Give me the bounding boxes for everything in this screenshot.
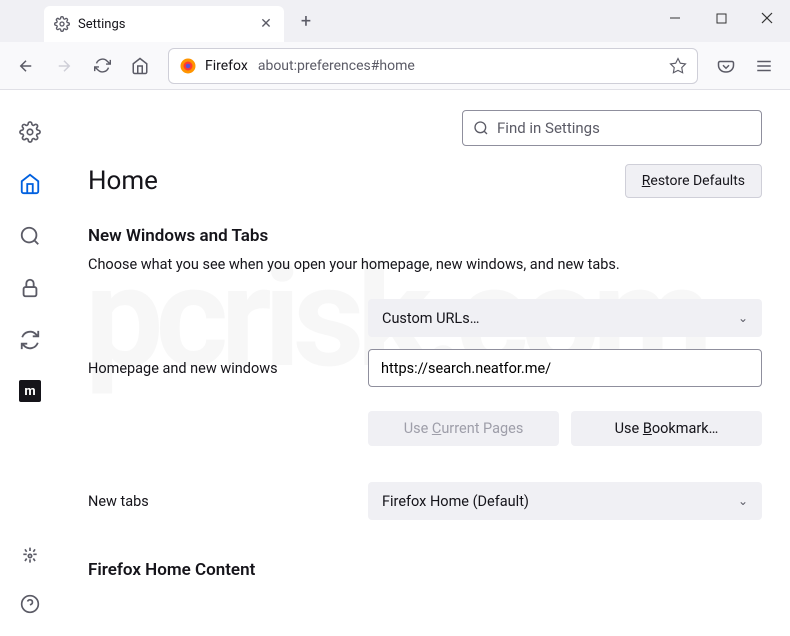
firefox-icon bbox=[179, 57, 197, 75]
sidebar-search[interactable] bbox=[18, 224, 42, 248]
reload-button[interactable] bbox=[86, 50, 118, 82]
section-firefox-home-content: Firefox Home Content bbox=[88, 560, 762, 580]
urlbar-identity-label: Firefox bbox=[205, 58, 248, 74]
restore-defaults-button[interactable]: Restore Defaults bbox=[625, 164, 762, 198]
minimize-button[interactable] bbox=[652, 0, 698, 36]
select-value: Custom URLs… bbox=[382, 310, 479, 327]
close-window-button[interactable] bbox=[744, 0, 790, 36]
section-new-windows-tabs: New Windows and Tabs bbox=[88, 226, 762, 246]
close-icon[interactable]: ✕ bbox=[258, 16, 274, 32]
sidebar-home[interactable] bbox=[18, 172, 42, 196]
tab-title: Settings bbox=[78, 17, 258, 32]
newtabs-label: New tabs bbox=[88, 493, 368, 510]
use-current-pages-button[interactable]: Use Current Pages bbox=[368, 411, 559, 446]
titlebar: Settings ✕ + bbox=[0, 0, 790, 42]
settings-main: Home Restore Defaults New Windows and Ta… bbox=[60, 90, 790, 636]
homepage-label: Homepage and new windows bbox=[88, 360, 368, 377]
page-title: Home bbox=[88, 166, 158, 196]
browser-tab[interactable]: Settings ✕ bbox=[44, 6, 284, 42]
search-icon bbox=[473, 120, 489, 136]
back-button[interactable] bbox=[10, 50, 42, 82]
select-value: Firefox Home (Default) bbox=[382, 493, 529, 510]
sidebar-general[interactable] bbox=[18, 120, 42, 144]
chevron-down-icon: ⌄ bbox=[738, 494, 748, 508]
star-icon[interactable] bbox=[669, 57, 687, 75]
settings-sidebar: m bbox=[0, 90, 60, 636]
sidebar-more-mozilla[interactable]: m bbox=[19, 380, 41, 402]
section-desc: Choose what you see when you open your h… bbox=[88, 256, 762, 273]
urlbar-url: about:preferences#home bbox=[258, 58, 669, 74]
sidebar-help[interactable] bbox=[18, 592, 42, 616]
chevron-down-icon: ⌄ bbox=[738, 311, 748, 325]
new-tab-button[interactable]: + bbox=[292, 7, 320, 35]
forward-button[interactable] bbox=[48, 50, 80, 82]
gear-icon bbox=[54, 16, 70, 32]
find-settings-field[interactable] bbox=[497, 119, 751, 137]
use-bookmark-button[interactable]: Use Bookmark… bbox=[571, 411, 762, 446]
menu-button[interactable] bbox=[748, 50, 780, 82]
url-bar[interactable]: Firefox about:preferences#home bbox=[168, 48, 698, 84]
home-button[interactable] bbox=[124, 50, 156, 82]
maximize-button[interactable] bbox=[698, 0, 744, 36]
window-controls bbox=[652, 0, 790, 36]
find-settings-input[interactable] bbox=[462, 110, 762, 146]
sidebar-extensions[interactable] bbox=[18, 544, 42, 568]
newtabs-select[interactable]: Firefox Home (Default) ⌄ bbox=[368, 482, 762, 520]
sidebar-privacy[interactable] bbox=[18, 276, 42, 300]
homepage-url-input[interactable] bbox=[368, 349, 762, 387]
sidebar-sync[interactable] bbox=[18, 328, 42, 352]
pocket-button[interactable] bbox=[710, 50, 742, 82]
homepage-mode-select[interactable]: Custom URLs… ⌄ bbox=[368, 299, 762, 337]
navbar: Firefox about:preferences#home bbox=[0, 42, 790, 90]
